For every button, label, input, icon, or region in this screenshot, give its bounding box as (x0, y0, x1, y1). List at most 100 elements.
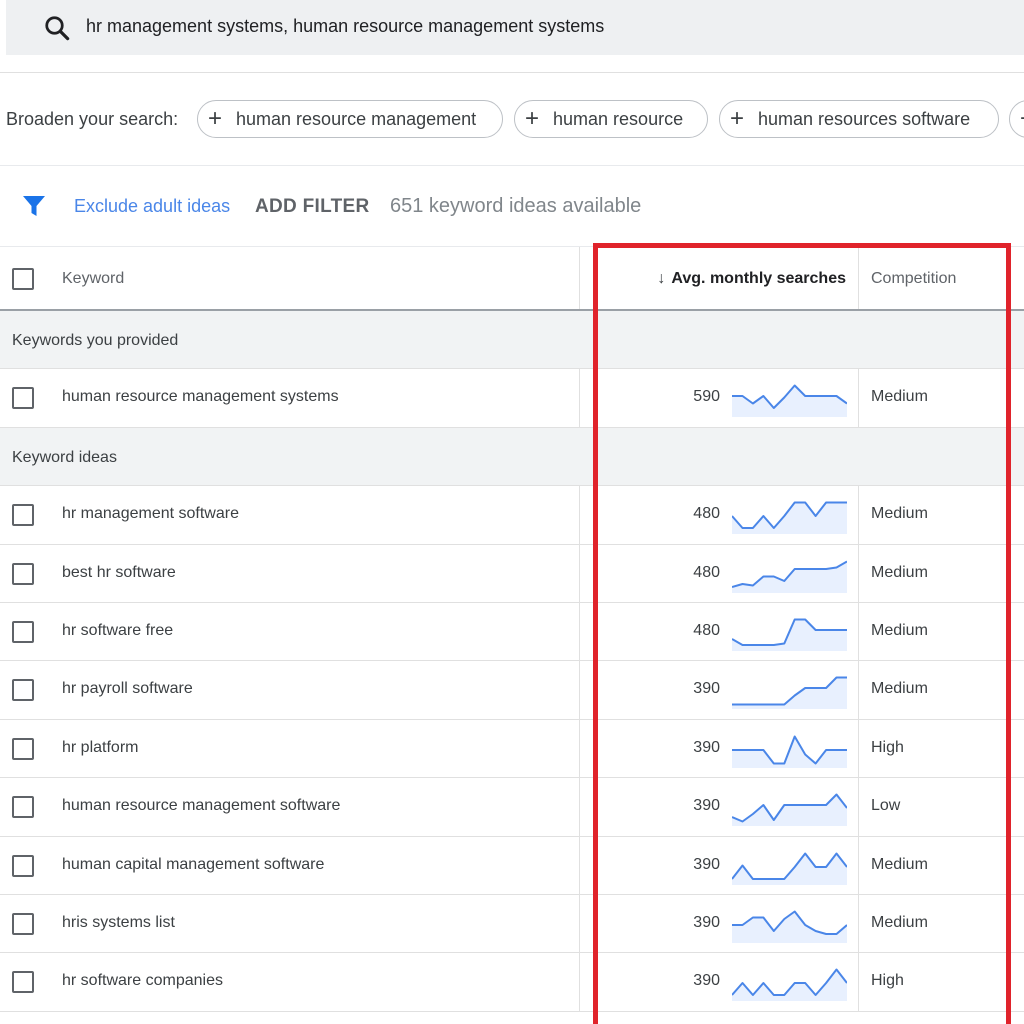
trend-sparkline (732, 384, 848, 418)
column-divider (579, 778, 580, 836)
trend-cell (731, 557, 848, 593)
trend-sparkline (732, 676, 847, 710)
column-divider (1008, 602, 1009, 661)
competition-cell: High (871, 972, 904, 990)
trend-sparkline (731, 501, 847, 535)
plus-icon: + (730, 105, 745, 132)
column-divider (1008, 661, 1009, 719)
divider (0, 72, 1024, 73)
row-checkbox[interactable] (12, 796, 34, 819)
idea-rows: hr management software 480 Medium best hr s… (0, 486, 1024, 1012)
search-bar[interactable]: hr management systems, human resource ma… (6, 0, 1024, 55)
row-checkbox[interactable] (12, 679, 34, 702)
table-row[interactable]: hr software free 480 Medium (0, 602, 1024, 662)
avg-searches-cell: 390 (693, 797, 720, 815)
group-header-provided: Keywords you provided (0, 311, 1024, 370)
table-row[interactable]: best hr software 480 Medium (0, 544, 1024, 603)
avg-searches-cell: 480 (693, 505, 720, 523)
chip-label: human resources software (758, 108, 971, 129)
filter-icon[interactable] (22, 194, 46, 218)
avg-searches-cell: 480 (693, 563, 720, 581)
search-query[interactable]: hr management systems, human resource ma… (86, 16, 604, 37)
trend-sparkline (732, 735, 847, 768)
competition-cell: Medium (871, 621, 928, 639)
trend-sparkline (731, 852, 848, 885)
chip-label: human resource management (236, 108, 477, 129)
sparkline-area (732, 969, 847, 1002)
row-checkbox[interactable] (12, 854, 34, 877)
table-row[interactable]: human resource management systems 590 Medi… (0, 369, 1024, 428)
exclude-adult-ideas-link[interactable]: Exclude adult ideas (74, 196, 230, 217)
column-divider (858, 953, 859, 1011)
header-avg-label: Avg. monthly searches (671, 270, 846, 287)
trend-sparkline (731, 968, 848, 1002)
table-row[interactable]: human resource management software 390 Low (0, 778, 1024, 837)
trend-sparkline (731, 793, 848, 827)
column-divider (1008, 247, 1009, 309)
column-divider (1008, 719, 1009, 778)
search-icon[interactable] (42, 13, 72, 43)
column-divider (858, 602, 859, 661)
table-row[interactable]: hris systems list 390 Medium (0, 894, 1024, 954)
competition-cell: High (871, 738, 904, 756)
column-divider (1008, 544, 1009, 602)
avg-searches-cell: 390 (693, 855, 720, 873)
row-checkbox[interactable] (12, 620, 34, 643)
avg-searches-cell: 590 (693, 388, 720, 406)
plus-icon: + (208, 105, 223, 132)
trend-cell (732, 381, 848, 418)
sparkline-area (732, 561, 847, 593)
sparkline-area (732, 853, 847, 885)
column-divider (579, 544, 580, 602)
competition-cell: Medium (871, 855, 928, 873)
keyword-cell: hr platform (62, 738, 139, 756)
keyword-cell: best hr software (62, 563, 176, 581)
select-all-checkbox[interactable] (12, 268, 34, 290)
row-checkbox[interactable] (12, 562, 34, 585)
trend-cell (731, 849, 848, 885)
broaden-chip-more[interactable]: + (1009, 100, 1024, 138)
row-checkbox[interactable] (12, 971, 34, 994)
plus-icon: + (525, 105, 540, 132)
column-divider (579, 247, 580, 309)
row-checkbox[interactable] (12, 387, 34, 410)
column-divider (1008, 953, 1009, 1011)
sparkline-area (732, 794, 847, 827)
keyword-cell: hr management software (62, 505, 239, 523)
keyword-cell: human resource management software (62, 797, 341, 815)
table-row[interactable]: hr payroll software 390 Medium (0, 661, 1024, 720)
header-avg-monthly-searches[interactable]: ↓ Avg. monthly searches (657, 270, 846, 288)
column-divider (858, 247, 859, 309)
row-checkbox[interactable] (12, 912, 34, 935)
column-divider (579, 661, 580, 719)
header-keyword[interactable]: Keyword (62, 270, 124, 288)
trend-sparkline (731, 618, 847, 651)
column-divider (858, 369, 859, 427)
competition-cell: Low (871, 797, 901, 815)
column-divider (858, 661, 859, 719)
table-row[interactable]: hr software companies 390 High (0, 953, 1024, 1012)
column-divider (858, 894, 859, 953)
group-label: Keywords you provided (12, 332, 179, 349)
row-checkbox[interactable] (12, 737, 34, 760)
group-header-ideas: Keyword ideas (0, 427, 1024, 487)
sparkline-area (732, 619, 847, 651)
keyword-cell: human capital management software (62, 855, 325, 873)
competition-cell: Medium (871, 680, 928, 698)
sparkline-area (732, 502, 847, 535)
broaden-chip-human-resource[interactable]: + human resource (514, 100, 708, 138)
broaden-chip-human-resource-management[interactable]: + human resource management (197, 100, 503, 138)
table-row[interactable]: hr management software 480 Medium (0, 486, 1024, 545)
avg-searches-cell: 390 (693, 972, 720, 990)
table-row[interactable]: human capital management software 390 Medi… (0, 836, 1024, 895)
trend-sparkline (732, 910, 848, 943)
header-competition[interactable]: Competition (871, 270, 956, 288)
column-divider (858, 544, 859, 602)
broaden-chip-human-resources-software[interactable]: + human resources software (719, 100, 999, 138)
trend-cell (731, 615, 847, 651)
add-filter-button[interactable]: ADD FILTER (255, 196, 370, 218)
row-checkbox[interactable] (12, 504, 34, 527)
broaden-search-bar: Broaden your search: + human resource ma… (0, 100, 1024, 140)
column-divider (579, 369, 580, 427)
table-row[interactable]: hr platform 390 High (0, 719, 1024, 779)
